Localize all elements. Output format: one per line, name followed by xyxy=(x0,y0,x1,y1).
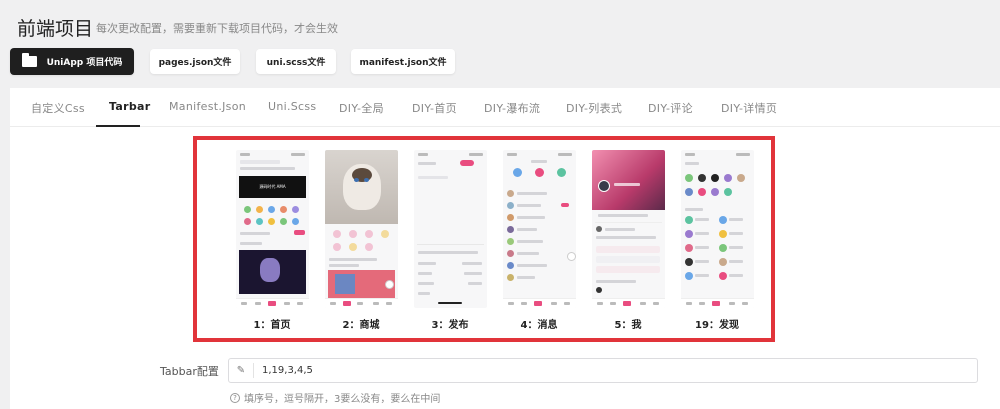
tab-bar: 自定义Css Tarbar Manifest.Json Uni.Scss DIY… xyxy=(10,88,1000,127)
tab-tarbar[interactable]: Tarbar xyxy=(109,100,150,113)
pages-json-label: pages.json文件 xyxy=(158,58,232,68)
tabbar-config-value: 1,19,3,4,5 xyxy=(262,365,313,376)
manifest-json-label: manifest.json文件 xyxy=(359,58,447,68)
active-tab-indicator xyxy=(96,125,140,127)
screen-discover xyxy=(681,150,754,308)
screen-mall xyxy=(325,150,398,308)
tab-uni-scss[interactable]: Uni.Scss xyxy=(268,100,316,113)
tabbar-config-help: ? 填序号，逗号隔开，3要么没有，要么在中间 xyxy=(230,390,440,405)
tab-diy-list[interactable]: DIY-列表式 xyxy=(566,100,622,116)
tab-diy-global[interactable]: DIY-全局 xyxy=(339,100,384,116)
pencil-icon: ✎ xyxy=(236,365,246,376)
screen-label-home: 1：首页 xyxy=(253,320,291,331)
page-header: 前端项目 每次更改配置，需要重新下载项目代码，才会生效 UniApp 项目代码 … xyxy=(0,0,1000,88)
home-banner-text: 源码时代 AMA xyxy=(259,184,286,189)
folder-icon xyxy=(21,53,37,67)
download-uniapp-label: UniApp 项目代码 xyxy=(46,58,123,68)
tab-diy-waterfall[interactable]: DIY-瀑布流 xyxy=(484,100,540,116)
screen-label-publish: 3：发布 xyxy=(431,320,469,331)
screen-label-discover: 19：发现 xyxy=(695,320,739,331)
question-circle-icon: ? xyxy=(230,392,240,403)
screen-label-mall: 2：商城 xyxy=(342,320,380,331)
screen-me xyxy=(592,150,665,308)
tabbar-config-help-text: 填序号，逗号隔开，3要么没有，要么在中间 xyxy=(244,394,441,405)
settings-panel: 自定义Css Tarbar Manifest.Json Uni.Scss DIY… xyxy=(10,88,1000,409)
page-subtitle: 每次更改配置，需要重新下载项目代码，才会生效 xyxy=(96,22,338,35)
pages-json-button[interactable]: pages.json文件 xyxy=(150,49,240,74)
tab-custom-css[interactable]: 自定义Css xyxy=(31,100,85,116)
tab-diy-detail[interactable]: DIY-详情页 xyxy=(721,100,777,116)
tabbar-preview-image: 源码时代 AMA 1：首页 2：商城 3：发布 4：消息 5：我 19：发现 xyxy=(193,136,775,342)
tabbar-config-input[interactable]: ✎ 1,19,3,4,5 xyxy=(228,358,978,383)
tab-manifest-json[interactable]: Manifest.Json xyxy=(169,100,246,113)
tabbar-config-label: Tabbar配置 xyxy=(160,365,219,378)
uni-scss-label: uni.scss文件 xyxy=(266,58,326,68)
page-title: 前端项目 xyxy=(17,18,94,40)
screen-home: 源码时代 AMA xyxy=(236,150,309,308)
screen-publish xyxy=(414,150,487,308)
manifest-json-button[interactable]: manifest.json文件 xyxy=(351,49,455,74)
tab-diy-comment[interactable]: DIY-评论 xyxy=(648,100,693,116)
screen-label-messages: 4：消息 xyxy=(520,320,558,331)
uni-scss-button[interactable]: uni.scss文件 xyxy=(256,49,336,74)
screen-messages xyxy=(503,150,576,308)
tab-diy-home[interactable]: DIY-首页 xyxy=(412,100,457,116)
download-uniapp-button[interactable]: UniApp 项目代码 xyxy=(10,48,134,75)
input-divider xyxy=(253,363,254,378)
screen-label-me: 5：我 xyxy=(614,320,642,331)
